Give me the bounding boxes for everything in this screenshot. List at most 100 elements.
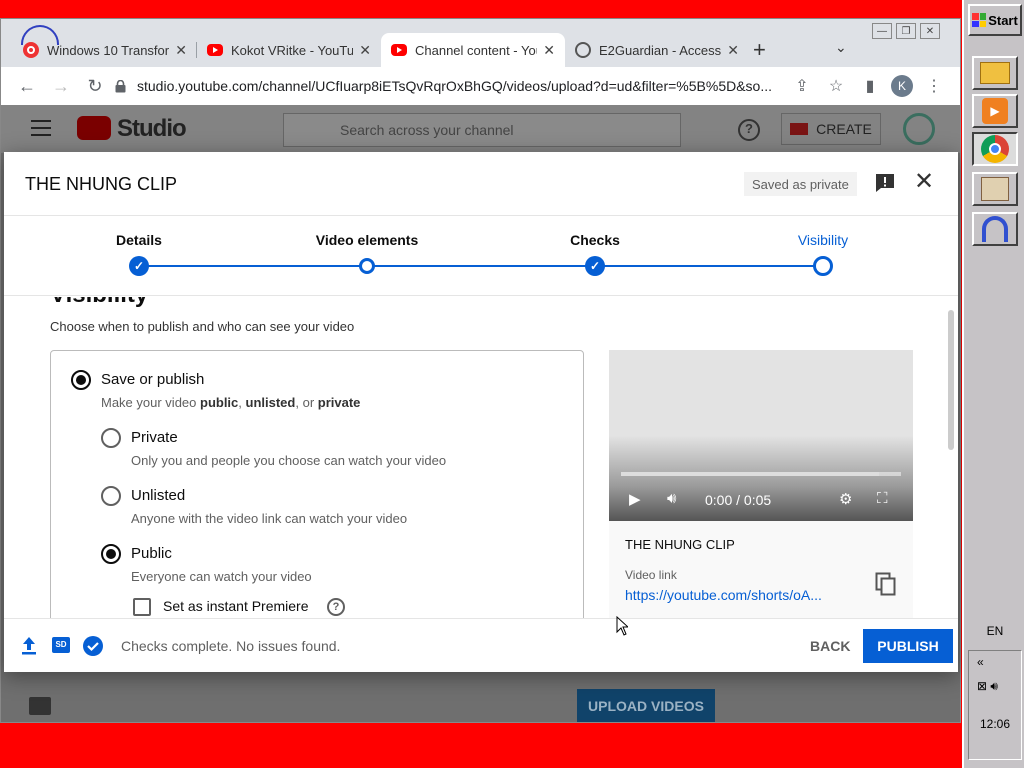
tab-e2guardian[interactable]: E2Guardian - Access D ✕ bbox=[565, 33, 749, 67]
tab-windows10[interactable]: Windows 10 Transform ✕ bbox=[13, 33, 197, 67]
close-tab-icon[interactable]: ✕ bbox=[175, 42, 187, 59]
close-window-button[interactable]: ✕ bbox=[920, 23, 940, 39]
step-visibility-label[interactable]: Visibility bbox=[798, 232, 848, 248]
copy-icon[interactable] bbox=[875, 572, 897, 596]
back-arrow-icon[interactable]: ← bbox=[11, 70, 43, 102]
network-volume-icon[interactable]: ⊠ 🔊︎ bbox=[977, 679, 998, 694]
video-time: 0:00 / 0:05 bbox=[705, 492, 772, 508]
public-desc: Everyone can watch your video bbox=[131, 569, 312, 584]
forward-arrow-icon[interactable]: → bbox=[45, 70, 77, 102]
tab-channel-content[interactable]: Channel content - You ✕ bbox=[381, 33, 565, 67]
private-label: Private bbox=[131, 429, 178, 446]
start-label: Start bbox=[988, 12, 1018, 28]
bookmark-star-icon[interactable]: ☆ bbox=[823, 71, 849, 101]
media-player-icon[interactable]: ▶ bbox=[972, 94, 1018, 128]
dialog-body: Visibility Choose when to publish and wh… bbox=[4, 297, 958, 619]
upload-dialog: THE NHUNG CLIP Saved as private ✕ Detail… bbox=[4, 152, 958, 672]
settings-gear-icon[interactable]: ⚙ bbox=[839, 490, 852, 508]
language-indicator[interactable]: EN bbox=[964, 624, 1024, 638]
create-button[interactable]: CREATE bbox=[781, 113, 881, 145]
window-controls: — ❐ ✕ bbox=[872, 23, 940, 39]
close-tab-icon[interactable]: ✕ bbox=[543, 42, 555, 59]
tab-title: Channel content - You bbox=[415, 42, 538, 58]
video-preview-card: ▶ 🔊︎ 0:00 / 0:05 ⚙ ⛶ THE NHUNG CLIP Vide… bbox=[609, 350, 913, 619]
close-tab-icon[interactable]: ✕ bbox=[359, 42, 371, 59]
step-video-elements-label[interactable]: Video elements bbox=[316, 232, 418, 248]
step-checks-label[interactable]: Checks bbox=[570, 232, 620, 248]
toolbar-actions: ⇪ ☆ ▮ K ⋮ bbox=[789, 71, 947, 101]
public-radio[interactable] bbox=[101, 544, 121, 564]
checks-status-text: Checks complete. No issues found. bbox=[121, 638, 341, 654]
minimize-button[interactable]: — bbox=[872, 23, 892, 39]
dialog-scrollbar[interactable] bbox=[948, 310, 954, 450]
publish-button[interactable]: PUBLISH bbox=[863, 629, 953, 663]
close-dialog-icon[interactable]: ✕ bbox=[914, 170, 934, 194]
url-text: studio.youtube.com/channel/UCfIuarp8iETs… bbox=[137, 78, 773, 94]
channel-search-input[interactable]: Search across your channel bbox=[283, 113, 681, 147]
unlisted-label: Unlisted bbox=[131, 487, 186, 504]
instant-premiere-checkbox[interactable] bbox=[133, 598, 151, 616]
hamburger-menu-icon[interactable] bbox=[31, 120, 51, 136]
windows-flag-icon bbox=[972, 13, 987, 27]
report-feedback-icon[interactable] bbox=[874, 172, 896, 194]
address-bar[interactable]: studio.youtube.com/channel/UCfIuarp8iETs… bbox=[113, 71, 781, 101]
close-tab-icon[interactable]: ✕ bbox=[727, 42, 739, 59]
save-or-publish-radio[interactable] bbox=[71, 370, 91, 390]
back-button[interactable]: BACK bbox=[804, 629, 856, 663]
visibility-subheading: Choose when to publish and who can see y… bbox=[50, 319, 355, 334]
profile-avatar[interactable]: K bbox=[891, 75, 913, 97]
feedback-icon[interactable] bbox=[29, 697, 51, 715]
step-details-check-icon[interactable]: ✓ bbox=[129, 256, 149, 276]
sd-badge-icon: SD bbox=[52, 637, 70, 653]
tab-strip: Windows 10 Transform ✕ Kokot VRitke - Yo… bbox=[13, 33, 749, 67]
new-tab-plus-icon[interactable]: + bbox=[753, 39, 766, 61]
reload-icon[interactable]: ↻ bbox=[79, 70, 111, 102]
step-visibility-dot-icon[interactable] bbox=[813, 256, 833, 276]
step-video-elements-dot-icon[interactable] bbox=[359, 258, 375, 274]
step-checks-check-icon[interactable]: ✓ bbox=[585, 256, 605, 276]
save-or-publish-label: Save or publish bbox=[101, 371, 205, 388]
tab-title: Kokot VRitke - YouTub bbox=[231, 42, 354, 58]
upload-stepper: Details Video elements Checks Visibility… bbox=[4, 216, 958, 296]
volume-icon[interactable]: 🔊︎ bbox=[667, 490, 676, 507]
start-button[interactable]: Start bbox=[968, 4, 1022, 36]
tray-expand-icon[interactable]: « bbox=[977, 655, 984, 669]
unlisted-radio[interactable] bbox=[101, 486, 121, 506]
saved-status-badge: Saved as private bbox=[744, 172, 857, 196]
step-details-label[interactable]: Details bbox=[116, 232, 162, 248]
studio-header: Studio Search across your channel ? CREA… bbox=[1, 105, 960, 153]
help-question-icon[interactable]: ? bbox=[327, 598, 345, 616]
headphones-icon[interactable] bbox=[972, 212, 1018, 246]
restore-button[interactable]: ❐ bbox=[896, 23, 916, 39]
camera-plus-icon bbox=[790, 123, 809, 135]
chrome-icon[interactable] bbox=[972, 132, 1018, 166]
system-tray: « ⊠ 🔊︎ 12:06 bbox=[968, 650, 1022, 760]
dialog-title: THE NHUNG CLIP bbox=[25, 174, 178, 194]
video-link[interactable]: https://youtube.com/shorts/oA... bbox=[625, 587, 855, 603]
tab-search-chevron-icon[interactable]: ⌄ bbox=[835, 39, 847, 56]
upload-videos-button[interactable]: UPLOAD VIDEOS bbox=[577, 689, 715, 722]
side-panel-icon[interactable]: ▮ bbox=[857, 71, 883, 101]
save-or-publish-desc: Make your video public, unlisted, or pri… bbox=[101, 395, 361, 410]
play-icon[interactable]: ▶ bbox=[629, 490, 641, 508]
private-radio[interactable] bbox=[101, 428, 121, 448]
share-icon[interactable]: ⇪ bbox=[789, 71, 815, 101]
upload-arrow-icon bbox=[20, 636, 38, 661]
studio-logo-text: Studio bbox=[117, 115, 187, 142]
video-progress-fill bbox=[621, 472, 879, 476]
stepper-line bbox=[139, 265, 823, 267]
unlisted-desc: Anyone with the video link can watch you… bbox=[131, 511, 408, 526]
channel-avatar[interactable] bbox=[903, 113, 935, 145]
video-player[interactable]: ▶ 🔊︎ 0:00 / 0:05 ⚙ ⛶ bbox=[609, 350, 913, 521]
fullscreen-icon[interactable]: ⛶ bbox=[877, 490, 888, 507]
paint-icon[interactable] bbox=[972, 172, 1018, 206]
explorer-icon[interactable] bbox=[972, 56, 1018, 90]
tab-kokot[interactable]: Kokot VRitke - YouTub ✕ bbox=[197, 33, 381, 67]
more-menu-icon[interactable]: ⋮ bbox=[921, 71, 947, 101]
private-desc: Only you and people you choose can watch… bbox=[131, 453, 447, 468]
help-icon[interactable]: ? bbox=[738, 119, 760, 141]
public-label: Public bbox=[131, 545, 172, 562]
video-progress-bar[interactable] bbox=[621, 472, 901, 476]
visibility-heading: Visibility bbox=[50, 297, 148, 309]
clock[interactable]: 12:06 bbox=[969, 717, 1021, 731]
